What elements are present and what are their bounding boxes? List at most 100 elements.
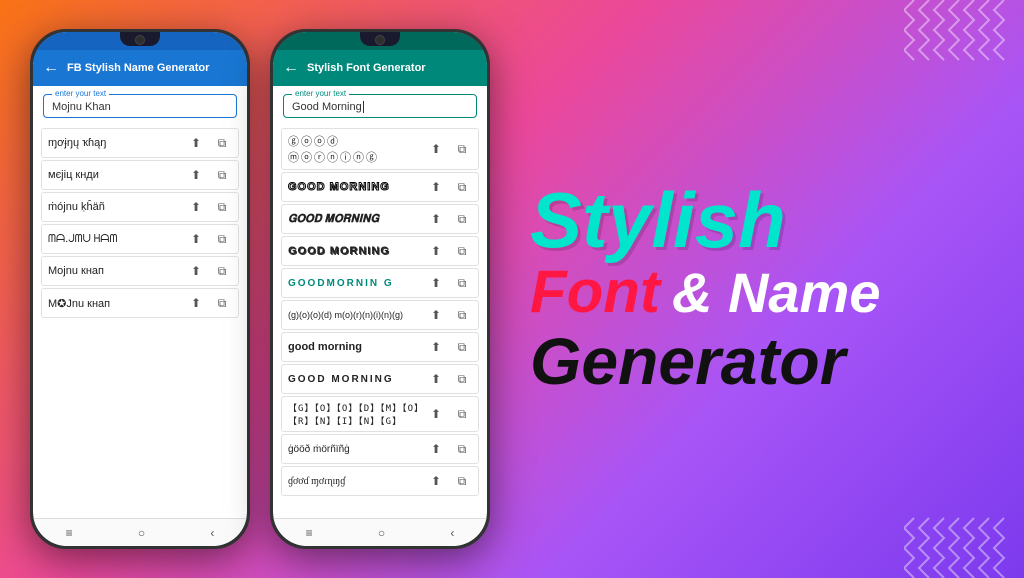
phone2-app-bar: ← Stylish Font Generator bbox=[273, 50, 487, 86]
hero-section: Stylish Font & Name Generator bbox=[490, 181, 1024, 398]
phone2-text-field[interactable]: enter your text Good Morning bbox=[283, 94, 477, 118]
phone2-items-list: ⓖⓞⓞⓓ ⓜⓞⓡⓝⓘⓝⓖ ⬆ ⧉ GOOD MORNING ⬆ ⧉ 𝐆𝐎𝐎𝐃 𝐌… bbox=[273, 122, 487, 518]
phone2-field-label: enter your text bbox=[292, 89, 349, 98]
phone2-input-area: enter your text Good Morning bbox=[273, 86, 487, 122]
style-text-p2-2: GOOD MORNING bbox=[288, 181, 426, 193]
style-text-2: мєjiц кнди bbox=[48, 169, 186, 181]
phone2-nav-bar: ≡ ○ ‹ bbox=[273, 518, 487, 546]
share-btn-5[interactable]: ⬆ bbox=[186, 261, 206, 281]
nav-menu-icon[interactable]: ≡ bbox=[66, 526, 73, 540]
hero-font-text: Font bbox=[530, 259, 660, 325]
hero-generator-text: Generator bbox=[530, 324, 845, 398]
copy-btn-p2-11[interactable]: ⧉ bbox=[452, 471, 472, 491]
phone2: ← Stylish Font Generator enter your text… bbox=[270, 29, 490, 549]
phone1-items-list: ɱơɉŋų ҡɦąŋ ⬆ ⧉ мєjiц кнди ⬆ ⧉ ṁójnu ḳĥäñ bbox=[33, 122, 247, 518]
copy-btn-6[interactable]: ⧉ bbox=[212, 293, 232, 313]
style-text-p2-9: 【G】【O】【O】【D】【M】【O】【R】【N】【I】【N】【G】 bbox=[288, 401, 426, 427]
list-item[interactable]: ġööð ṁörñïñġ ⬆ ⧉ bbox=[281, 434, 479, 464]
phone2-title: Stylish Font Generator bbox=[307, 62, 426, 74]
style-text-p2-10: ġööð ṁörñïñġ bbox=[288, 444, 426, 455]
share-btn-6[interactable]: ⬆ bbox=[186, 293, 206, 313]
copy-btn-4[interactable]: ⧉ bbox=[212, 229, 232, 249]
style-text-p2-4: GOOD MORNING bbox=[288, 245, 426, 257]
share-btn-p2-8[interactable]: ⬆ bbox=[426, 369, 446, 389]
style-text-p2-8: GOOD MORNING bbox=[288, 374, 426, 385]
list-item[interactable]: ɠơơɗ ɱơɾɳıŋɠ ⬆ ⧉ bbox=[281, 466, 479, 496]
style-text-p2-5: GOODMORNIN G bbox=[288, 278, 426, 289]
list-item[interactable]: GOOD MORNING ⬆ ⧉ bbox=[281, 172, 479, 202]
nav-home-icon[interactable]: ○ bbox=[138, 526, 145, 540]
list-item[interactable]: 𝐆𝐎𝐎𝐃 𝐌𝐎𝐑𝐍𝐈𝐍𝐆 ⬆ ⧉ bbox=[281, 204, 479, 234]
copy-btn-3[interactable]: ⧉ bbox=[212, 197, 232, 217]
hero-line3: Generator bbox=[530, 325, 845, 398]
phone1-field-value: Mojnu Khan bbox=[52, 101, 228, 113]
list-item[interactable]: Mojnu кнап ⬆ ⧉ bbox=[41, 256, 239, 286]
list-item[interactable]: ɱơɉŋų ҡɦąŋ ⬆ ⧉ bbox=[41, 128, 239, 158]
style-text-3: ṁójnu ḳĥäñ bbox=[48, 201, 186, 213]
share-btn-3[interactable]: ⬆ bbox=[186, 197, 206, 217]
copy-btn-p2-9[interactable]: ⧉ bbox=[452, 404, 472, 424]
style-text-p2-6: (g)(o)(o)(d) m(o)(r)(n)(i)(n)(g) bbox=[288, 310, 426, 320]
nav2-menu-icon[interactable]: ≡ bbox=[306, 526, 313, 540]
list-item[interactable]: ᗰᗩ.ᒍᗰᑌ ᕼᗩᗰ ⬆ ⧉ bbox=[41, 224, 239, 254]
copy-btn-p2-7[interactable]: ⧉ bbox=[452, 337, 472, 357]
nav2-home-icon[interactable]: ○ bbox=[378, 526, 385, 540]
copy-btn-p2-6[interactable]: ⧉ bbox=[452, 305, 472, 325]
style-text-p2-1: ⓖⓞⓞⓓ ⓜⓞⓡⓝⓘⓝⓖ bbox=[288, 133, 426, 165]
share-btn-p2-7[interactable]: ⬆ bbox=[426, 337, 446, 357]
share-btn-p2-6[interactable]: ⬆ bbox=[426, 305, 446, 325]
copy-btn-p2-4[interactable]: ⧉ bbox=[452, 241, 472, 261]
list-item[interactable]: мєjiц кнди ⬆ ⧉ bbox=[41, 160, 239, 190]
list-item[interactable]: GOOD MORNING ⬆ ⧉ bbox=[281, 236, 479, 266]
copy-btn-p2-3[interactable]: ⧉ bbox=[452, 209, 472, 229]
copy-btn-p2-2[interactable]: ⧉ bbox=[452, 177, 472, 197]
copy-btn-p2-1[interactable]: ⧉ bbox=[452, 139, 472, 159]
share-btn-p2-2[interactable]: ⬆ bbox=[426, 177, 446, 197]
list-item[interactable]: (g)(o)(o)(d) m(o)(r)(n)(i)(n)(g) ⬆ ⧉ bbox=[281, 300, 479, 330]
share-btn-4[interactable]: ⬆ bbox=[186, 229, 206, 249]
share-btn-p2-10[interactable]: ⬆ bbox=[426, 439, 446, 459]
style-text-p2-7: good morning bbox=[288, 341, 426, 353]
hero-stylish-text: Stylish bbox=[530, 176, 786, 264]
copy-btn-2[interactable]: ⧉ bbox=[212, 165, 232, 185]
list-item[interactable]: good morning ⬆ ⧉ bbox=[281, 332, 479, 362]
hero-and-name-text: & Name bbox=[672, 262, 881, 324]
style-text-4: ᗰᗩ.ᒍᗰᑌ ᕼᗩᗰ bbox=[48, 233, 186, 246]
share-btn-p2-5[interactable]: ⬆ bbox=[426, 273, 446, 293]
list-item[interactable]: GOODMORNIN G ⬆ ⧉ bbox=[281, 268, 479, 298]
copy-btn-p2-8[interactable]: ⧉ bbox=[452, 369, 472, 389]
phone1-field-label: enter your text bbox=[52, 89, 109, 98]
list-item[interactable]: ṁójnu ḳĥäñ ⬆ ⧉ bbox=[41, 192, 239, 222]
style-text-6: M✪Jnu кнап bbox=[48, 297, 186, 310]
share-btn-p2-4[interactable]: ⬆ bbox=[426, 241, 446, 261]
phone1-text-field[interactable]: enter your text Mojnu Khan bbox=[43, 94, 237, 118]
copy-btn-1[interactable]: ⧉ bbox=[212, 133, 232, 153]
phone1-title: FB Stylish Name Generator bbox=[67, 62, 209, 74]
style-text-5: Mojnu кнап bbox=[48, 265, 186, 277]
share-btn-1[interactable]: ⬆ bbox=[186, 133, 206, 153]
share-btn-p2-1[interactable]: ⬆ bbox=[426, 139, 446, 159]
share-btn-2[interactable]: ⬆ bbox=[186, 165, 206, 185]
phone1-nav-bar: ≡ ○ ‹ bbox=[33, 518, 247, 546]
copy-btn-5[interactable]: ⧉ bbox=[212, 261, 232, 281]
list-item[interactable]: M✪Jnu кнап ⬆ ⧉ bbox=[41, 288, 239, 318]
share-btn-p2-11[interactable]: ⬆ bbox=[426, 471, 446, 491]
list-item[interactable]: GOOD MORNING ⬆ ⧉ bbox=[281, 364, 479, 394]
share-btn-p2-9[interactable]: ⬆ bbox=[426, 404, 446, 424]
copy-btn-p2-10[interactable]: ⧉ bbox=[452, 439, 472, 459]
phone1-back-button[interactable]: ← bbox=[43, 59, 59, 77]
phone1-input-area: enter your text Mojnu Khan bbox=[33, 86, 247, 122]
phone1-app-bar: ← FB Stylish Name Generator bbox=[33, 50, 247, 86]
nav-back-icon[interactable]: ‹ bbox=[210, 526, 214, 540]
share-btn-p2-3[interactable]: ⬆ bbox=[426, 209, 446, 229]
list-item[interactable]: 【G】【O】【O】【D】【M】【O】【R】【N】【I】【N】【G】 ⬆ ⧉ bbox=[281, 396, 479, 432]
phone2-back-button[interactable]: ← bbox=[283, 59, 299, 77]
style-text-1: ɱơɉŋų ҡɦąŋ bbox=[48, 137, 186, 149]
nav2-back-icon[interactable]: ‹ bbox=[450, 526, 454, 540]
phone2-field-value: Good Morning bbox=[292, 101, 468, 113]
style-text-p2-11: ɠơơɗ ɱơɾɳıŋɠ bbox=[288, 476, 426, 487]
phone1: ← FB Stylish Name Generator enter your t… bbox=[30, 29, 250, 549]
list-item[interactable]: ⓖⓞⓞⓓ ⓜⓞⓡⓝⓘⓝⓖ ⬆ ⧉ bbox=[281, 128, 479, 170]
copy-btn-p2-5[interactable]: ⧉ bbox=[452, 273, 472, 293]
hero-line2: Font & Name bbox=[530, 259, 880, 325]
